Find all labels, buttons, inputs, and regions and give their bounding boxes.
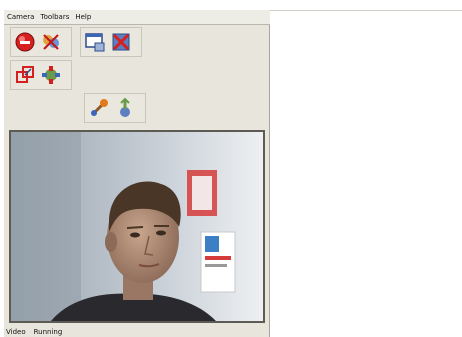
upload-icon — [120, 97, 130, 117]
webcam-image — [11, 132, 263, 321]
tools-button[interactable] — [87, 96, 111, 120]
window-edge-line — [270, 10, 462, 11]
record-icon — [15, 32, 35, 52]
upload-button[interactable] — [113, 96, 137, 120]
toolbar-tools — [84, 93, 146, 123]
window-settings-icon — [85, 33, 105, 52]
toolbar-view — [10, 60, 72, 90]
status-bar: Video Running — [4, 328, 272, 337]
toolbar-capture — [10, 27, 72, 57]
resize-button[interactable] — [13, 63, 37, 87]
effects-button[interactable] — [39, 30, 63, 54]
tools-icon — [91, 99, 108, 116]
status-field-running: Running — [33, 328, 63, 336]
video-preview — [9, 130, 265, 323]
record-button[interactable] — [13, 30, 37, 54]
disconnect-button[interactable] — [109, 30, 133, 54]
camera-app-window: Camera Toolbars Help Video Running — [4, 10, 270, 337]
toolbar-window — [80, 27, 142, 57]
effects-icon — [43, 34, 59, 50]
menu-bar: Camera Toolbars Help — [4, 10, 270, 25]
refresh-icon — [42, 66, 60, 84]
menu-help[interactable]: Help — [72, 10, 94, 24]
disconnect-icon — [112, 33, 130, 51]
menu-toolbars[interactable]: Toolbars — [37, 10, 72, 24]
status-field-video: Video — [6, 328, 26, 336]
menu-camera[interactable]: Camera — [4, 10, 37, 24]
resize-icon — [16, 66, 34, 83]
refresh-button[interactable] — [39, 63, 63, 87]
window-settings-button[interactable] — [83, 30, 107, 54]
